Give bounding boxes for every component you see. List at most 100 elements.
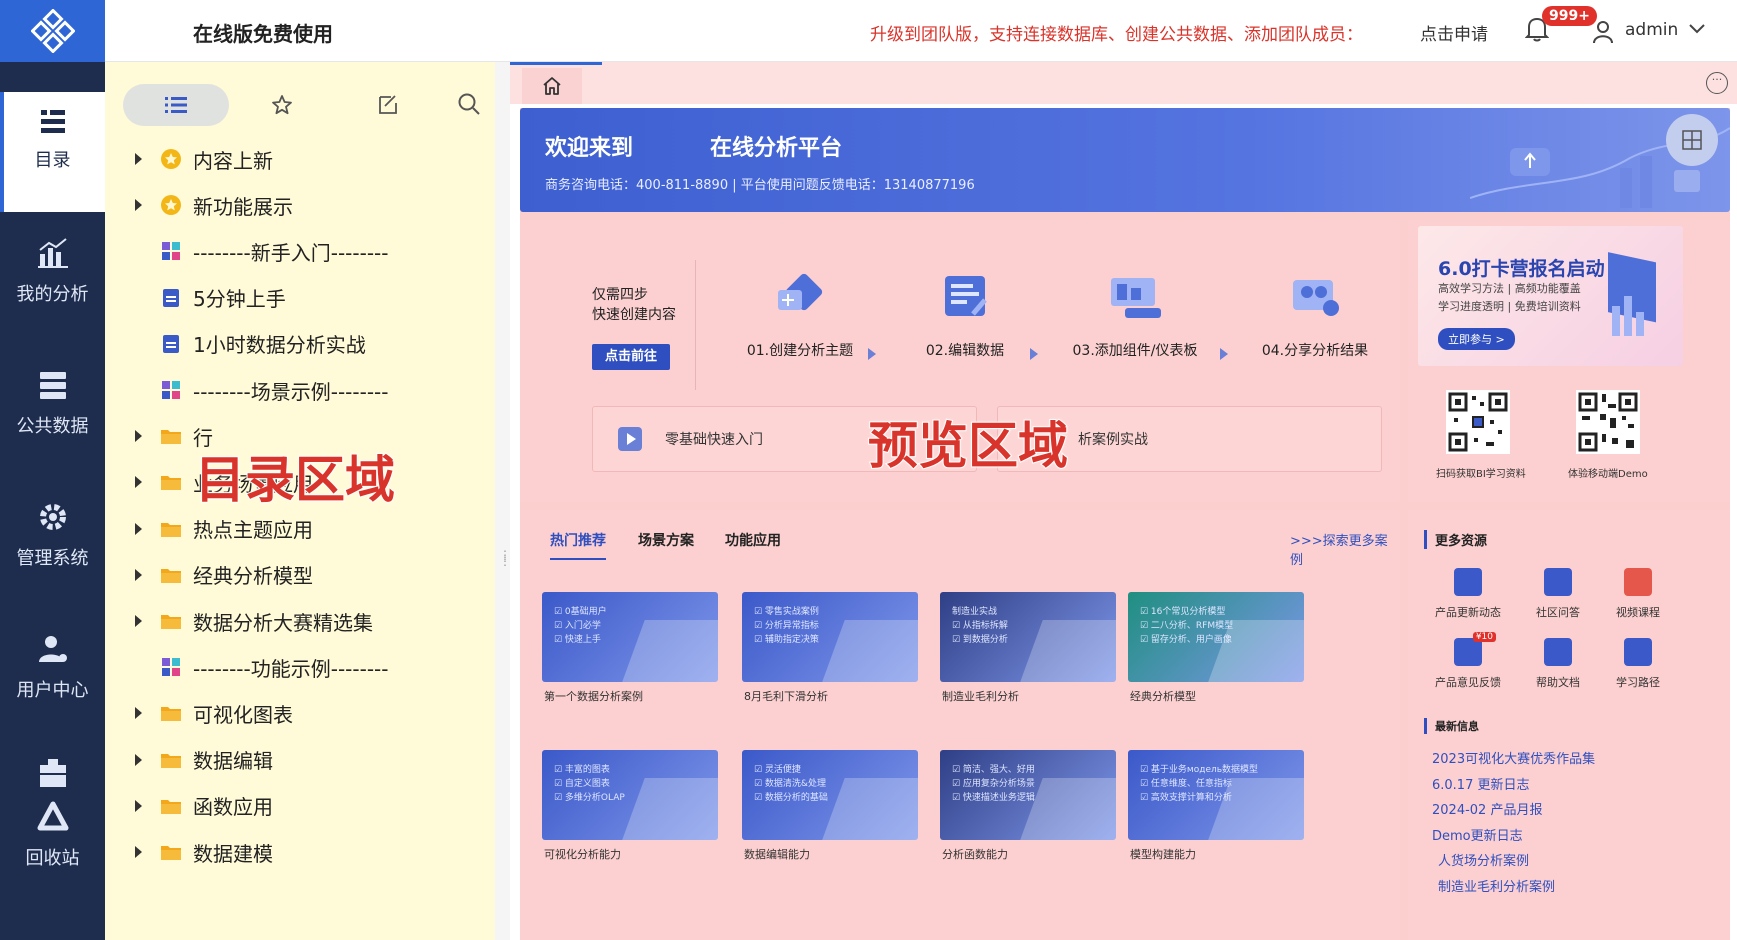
news-item[interactable]: 6.0.17 更新日志 bbox=[1432, 774, 1529, 793]
case-thumbnail-line: ☑ 灵活便捷 bbox=[754, 765, 801, 775]
user-icon[interactable] bbox=[1592, 20, 1614, 44]
case-card[interactable]: 制造业实战 ☑ 从指标拆解 ☑ 到数据分析 制造业毛利分析 bbox=[940, 592, 1116, 712]
tree-item[interactable]: --------场景示例-------- bbox=[105, 367, 495, 413]
drag-handle-icon[interactable]: ⋮ ⋮ bbox=[499, 549, 511, 572]
tree-item[interactable]: 热点主题应用 bbox=[105, 506, 495, 552]
resource-label: 学习路径 bbox=[1616, 676, 1660, 689]
tree-item[interactable]: --------功能示例-------- bbox=[105, 644, 495, 690]
news-item[interactable]: 人货场分析案例 bbox=[1438, 850, 1529, 869]
case-card[interactable]: ☑ 丰富的图表 ☑ 自定义图表 ☑ 多维分析OLAP 可视化分析能力 bbox=[542, 750, 718, 870]
case-card[interactable]: ☑ 灵活便捷 ☑ 数据清洗&处理 ☑ 数据分析的基础 数据编辑能力 bbox=[742, 750, 918, 870]
explore-more-link[interactable]: >>>探索更多案例 bbox=[1290, 530, 1400, 568]
resource-item[interactable]: 产品更新动态 bbox=[1428, 568, 1508, 620]
case-thumbnail-line: ☑ 留存分析、用户画像 bbox=[1140, 635, 1232, 645]
user-name[interactable]: admin bbox=[1625, 20, 1678, 40]
step-add-component[interactable]: 03.添加组件/仪表板 bbox=[1050, 270, 1220, 370]
catalog-area-label: 目录区域 bbox=[194, 450, 396, 510]
resource-item[interactable]: ¥10 产品意见反馈 bbox=[1428, 632, 1508, 690]
edit-box-icon bbox=[379, 95, 397, 114]
resource-item[interactable]: 学习路径 bbox=[1598, 638, 1678, 690]
tree-item[interactable]: 数据分析大赛精选集 bbox=[105, 598, 495, 644]
news-item[interactable]: Demo更新日志 bbox=[1432, 825, 1523, 844]
nav-item-user-center[interactable]: 用户中心 bbox=[0, 622, 105, 742]
tab-favorites[interactable] bbox=[229, 84, 335, 126]
folder-icon bbox=[161, 568, 181, 583]
case-card[interactable]: ☑ 基于业务модель数据模型 ☑ 任意维度、任意指标 ☑ 高效支撑计算和分析 模型… bbox=[1128, 750, 1304, 870]
expand-arrow-icon[interactable] bbox=[135, 753, 142, 766]
ad-line1: 高效学习方法 | 高频功能覆盖 bbox=[1438, 282, 1581, 295]
panel-divider[interactable]: ⋮ ⋮ bbox=[495, 62, 511, 940]
tab-hot[interactable]: 热门推荐 bbox=[550, 530, 606, 560]
tree-item[interactable]: 5分钟上手 bbox=[105, 275, 495, 321]
tree-item[interactable]: 新功能展示 bbox=[105, 182, 495, 228]
tree-item[interactable]: 函数应用 bbox=[105, 783, 495, 829]
nav-item-public-data[interactable]: 公共数据 bbox=[0, 358, 105, 478]
resource-item[interactable]: 帮助文档 bbox=[1518, 638, 1598, 690]
case-thumbnail: ☑ 0基础用户 ☑ 入门必学 ☑ 快速上手 bbox=[542, 592, 718, 682]
tree-item[interactable]: 可视化图表 bbox=[105, 690, 495, 736]
expand-arrow-icon[interactable] bbox=[135, 799, 142, 812]
search-icon[interactable] bbox=[457, 92, 481, 116]
qr-code-icon bbox=[1576, 390, 1640, 454]
expand-arrow-icon[interactable] bbox=[135, 846, 142, 858]
tree-item[interactable]: 数据编辑 bbox=[105, 737, 495, 783]
tree-item-label: 新功能展示 bbox=[193, 194, 293, 219]
more-options-icon[interactable]: ··· bbox=[1706, 72, 1728, 94]
case-thumbnail-line: ☑ 基于业务модель数据模型 bbox=[1140, 765, 1259, 775]
expand-arrow-icon[interactable] bbox=[135, 199, 142, 212]
tree-item[interactable]: 数据建模 bbox=[105, 829, 495, 875]
tab-scenario[interactable]: 场景方案 bbox=[638, 530, 694, 550]
resource-item[interactable]: 社区问答 bbox=[1518, 568, 1598, 620]
case-card[interactable]: ☑ 零售实战案例 ☑ 分析异常指标 ☑ 辅助指定决策 8月毛利下滑分析 bbox=[742, 592, 918, 712]
step-edit-data[interactable]: 02.编辑数据 bbox=[890, 270, 1040, 370]
go-button[interactable]: 点击前往 bbox=[592, 344, 670, 370]
case-screenshot-decoration bbox=[1017, 620, 1116, 682]
user-settings-icon bbox=[38, 636, 67, 662]
expand-arrow-icon[interactable] bbox=[135, 430, 142, 443]
upgrade-promo: 升级到团队版，支持连接数据库、创建公共数据、添加团队成员： bbox=[870, 25, 1363, 45]
case-card[interactable]: ☑ 16个常见分析模型 ☑ 二八分析、RFM模型 ☑ 留存分析、用户画像 经典分析模型 bbox=[1128, 592, 1304, 712]
tree-item[interactable]: --------新手入门-------- bbox=[105, 228, 495, 274]
case-card[interactable]: ☑ 0基础用户 ☑ 入门必学 ☑ 快速上手 第一个数据分析案例 bbox=[542, 592, 718, 712]
tree-item[interactable]: 1小时数据分析实战 bbox=[105, 321, 495, 367]
nav-item-my-analysis[interactable]: 我的分析 bbox=[0, 226, 105, 346]
case-screenshot-decoration bbox=[619, 778, 718, 840]
tab-edit[interactable] bbox=[335, 84, 441, 126]
nav-item-catalog[interactable]: 目录 bbox=[0, 92, 105, 212]
news-item[interactable]: 2023可视化大赛优秀作品集 bbox=[1432, 748, 1595, 767]
nav-label: 公共数据 bbox=[16, 416, 89, 437]
case-thumbnail-line: ☑ 快速描述业务逻辑 bbox=[952, 793, 1035, 803]
camp-ad-banner[interactable]: 6.0打卡营报名启动 高效学习方法 | 高频功能覆盖 学习进度透明 | 免费培训… bbox=[1418, 226, 1683, 366]
home-tab[interactable] bbox=[522, 68, 582, 104]
step-share-result[interactable]: 04.分享分析结果 bbox=[1240, 270, 1390, 370]
step-create-topic[interactable]: 01.创建分析主题 bbox=[725, 270, 875, 370]
apply-link[interactable]: 点击申请 bbox=[1420, 20, 1488, 45]
case-thumbnail: ☑ 16个常见分析模型 ☑ 二八分析、RFM模型 ☑ 留存分析、用户画像 bbox=[1128, 592, 1304, 682]
expand-arrow-icon[interactable] bbox=[135, 615, 142, 627]
expand-arrow-icon[interactable] bbox=[135, 568, 142, 581]
news-title: 最新信息 bbox=[1424, 718, 1479, 734]
steps-intro-line2: 快速创建内容 bbox=[592, 307, 676, 323]
news-item[interactable]: 2024-02 产品月报 bbox=[1432, 799, 1542, 818]
resource-item[interactable]: 视频课程 bbox=[1598, 568, 1678, 620]
nav-item-admin[interactable]: 管理系统 bbox=[0, 490, 105, 610]
nav-item-recycle[interactable]: 回收站 bbox=[0, 756, 105, 896]
case-thumbnail-line: ☑ 丰富的图表 bbox=[554, 765, 610, 775]
resources-title: 更多资源 bbox=[1424, 530, 1487, 549]
expand-arrow-icon[interactable] bbox=[135, 153, 142, 165]
welcome-banner: 欢迎来到 在线分析平台 商务咨询电话：400-811-8890 | 平台使用问题… bbox=[520, 108, 1730, 212]
app-logo[interactable] bbox=[0, 0, 105, 62]
expand-arrow-icon[interactable] bbox=[135, 476, 142, 489]
chevron-down-icon[interactable] bbox=[1689, 24, 1705, 34]
tab-feature[interactable]: 功能应用 bbox=[725, 530, 781, 550]
tab-list[interactable] bbox=[123, 84, 229, 126]
case-card[interactable]: ☑ 简洁、强大、好用 ☑ 应用复杂分析场景 ☑ 快速描述业务逻辑 分析函数能力 bbox=[940, 750, 1116, 870]
expand-arrow-icon[interactable] bbox=[135, 707, 142, 720]
case-thumbnail-line: ☑ 二八分析、RFM模型 bbox=[1140, 621, 1234, 631]
news-item[interactable]: 制造业毛利分析案例 bbox=[1438, 876, 1555, 895]
ad-join-button[interactable]: 立即参与 > bbox=[1438, 328, 1515, 350]
expand-arrow-icon[interactable] bbox=[135, 522, 142, 535]
folder-icon bbox=[161, 846, 181, 860]
tree-item[interactable]: 经典分析模型 bbox=[105, 552, 495, 598]
tree-item[interactable]: 内容上新 bbox=[105, 136, 495, 182]
